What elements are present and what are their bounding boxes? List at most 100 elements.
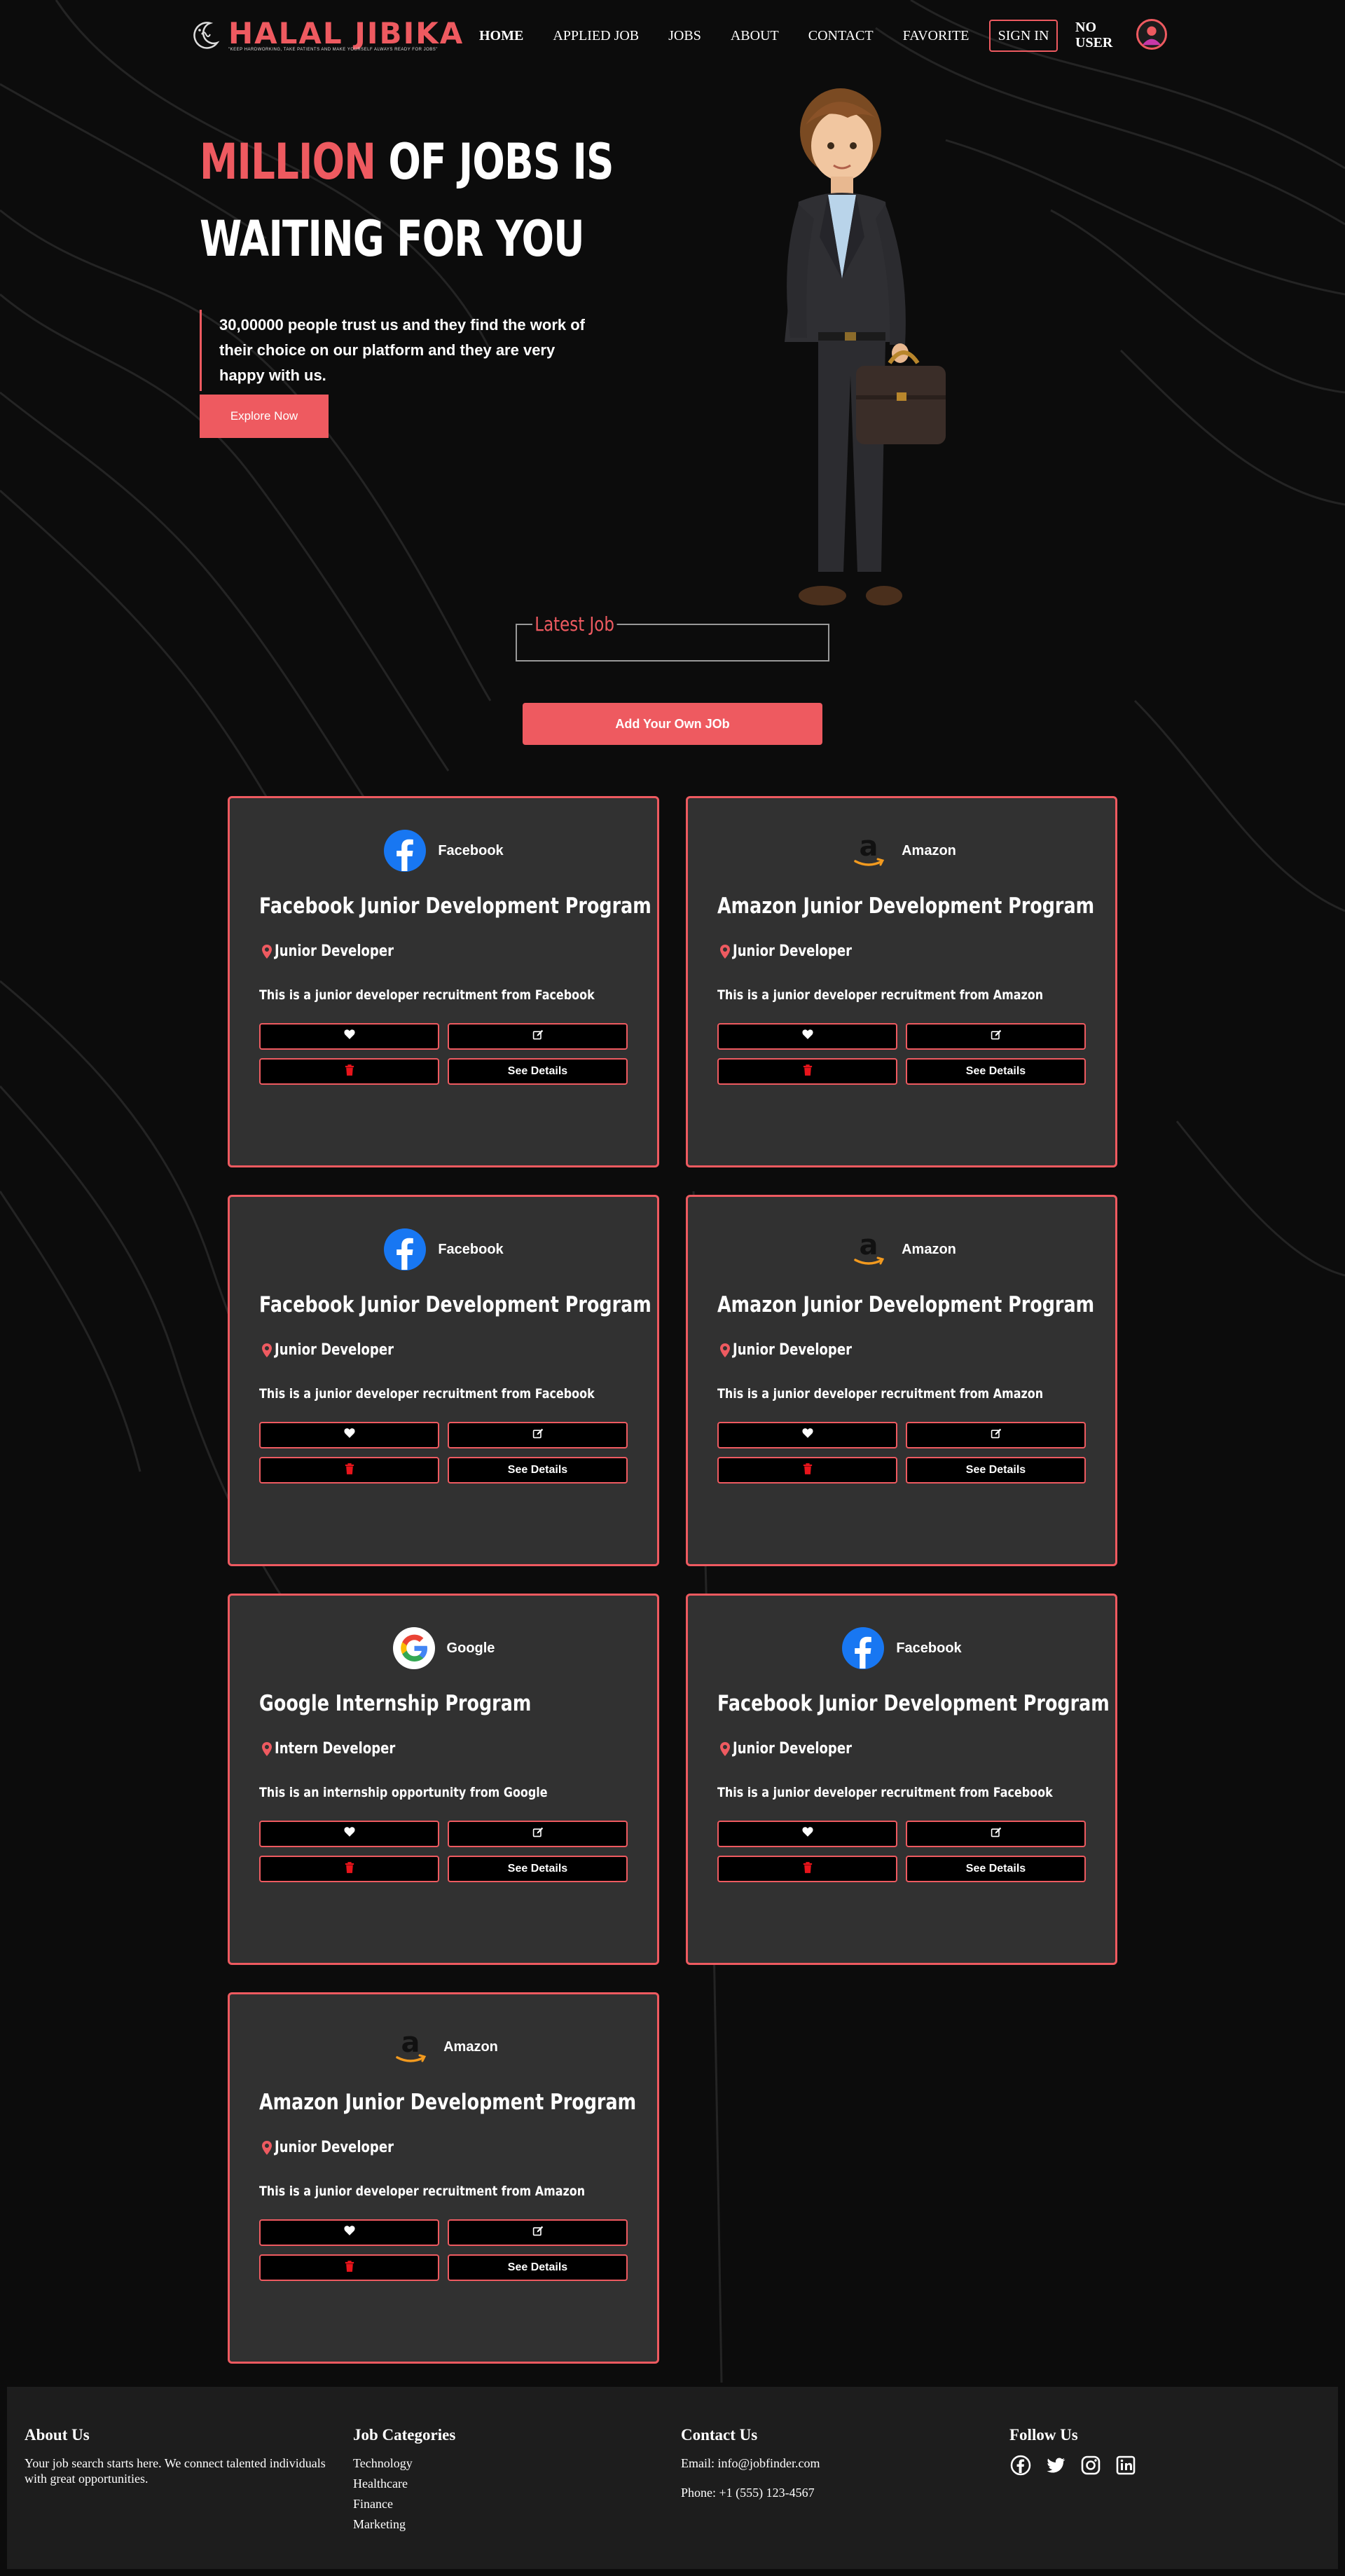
job-title: Amazon Junior Development Program [717, 893, 1095, 919]
footer-categories: Job Categories Technology Healthcare Fin… [353, 2426, 455, 2537]
location-pin-icon [262, 2140, 272, 2155]
job-card: Facebook Facebook Junior Development Pro… [228, 1195, 659, 1566]
favorite-button[interactable] [717, 1821, 897, 1847]
facebook-icon[interactable] [1009, 2454, 1032, 2476]
edit-button[interactable] [448, 1821, 628, 1847]
delete-button[interactable] [259, 2254, 439, 2281]
footer-category-healthcare[interactable]: Healthcare [353, 2476, 455, 2491]
job-title: Facebook Junior Development Program [717, 1691, 1110, 1716]
nav-about[interactable]: ABOUT [731, 28, 779, 44]
role-text: Junior Developer [275, 943, 394, 960]
favorite-button[interactable] [259, 1023, 439, 1050]
hero-description: 30,00000 people trust us and they find t… [200, 310, 592, 391]
footer-contact-email[interactable]: Email: info@jobfinder.com [681, 2455, 820, 2471]
job-role: Junior Developer [720, 1740, 878, 1758]
amazon-logo-icon: a [389, 2025, 432, 2069]
brand-logo[interactable]: HALAL JIBIKA "KEEP HARDWORKING, TAKE PAT… [189, 18, 464, 52]
see-details-button[interactable]: See Details [906, 1457, 1086, 1484]
job-description: This is a junior developer recruitment f… [717, 1785, 1053, 1800]
facebook-logo-icon [383, 1228, 427, 1271]
job-card: a Amazon Amazon Junior Development Progr… [228, 1992, 659, 2364]
trash-icon [803, 1861, 813, 1877]
card-company-header: a Amazon [230, 2025, 657, 2069]
heart-icon [343, 2226, 355, 2240]
nav-home[interactable]: HOME [479, 28, 523, 44]
footer-category-finance[interactable]: Finance [353, 2496, 455, 2512]
see-details-button[interactable]: See Details [448, 1856, 628, 1882]
favorite-button[interactable] [259, 2219, 439, 2246]
footer-contact: Contact Us Email: info@jobfinder.com Pho… [681, 2426, 820, 2500]
trash-icon [803, 1064, 813, 1079]
job-role: Junior Developer [720, 1341, 878, 1359]
delete-button[interactable] [717, 1058, 897, 1085]
job-title: Amazon Junior Development Program [259, 2090, 637, 2115]
nav-favorite[interactable]: FAVORITE [903, 28, 970, 44]
svg-text:a: a [401, 2027, 420, 2059]
heart-icon [343, 1428, 355, 1442]
heart-icon [343, 1827, 355, 1841]
edit-button[interactable] [906, 1023, 1086, 1050]
edit-button[interactable] [448, 2219, 628, 2246]
company-name: Facebook [896, 1640, 962, 1656]
edit-button[interactable] [448, 1422, 628, 1448]
favorite-button[interactable] [717, 1422, 897, 1448]
location-pin-icon [720, 1343, 730, 1357]
linkedin-icon[interactable] [1115, 2454, 1137, 2476]
favorite-button[interactable] [259, 1821, 439, 1847]
heart-icon [343, 1029, 355, 1043]
instagram-icon[interactable] [1080, 2454, 1102, 2476]
edit-button[interactable] [448, 1023, 628, 1050]
delete-button[interactable] [717, 1457, 897, 1484]
location-pin-icon [262, 1741, 272, 1756]
trash-icon [345, 1064, 354, 1079]
role-text: Junior Developer [733, 1740, 852, 1758]
see-details-button[interactable]: See Details [448, 1457, 628, 1484]
see-details-button[interactable]: See Details [448, 1058, 628, 1085]
delete-button[interactable] [717, 1856, 897, 1882]
add-your-own-job-button[interactable]: Add Your Own JOb [523, 703, 822, 745]
user-status: NO USER [1075, 20, 1113, 50]
top-nav: HALAL JIBIKA "KEEP HARDWORKING, TAKE PAT… [0, 0, 1345, 73]
user-avatar-icon[interactable] [1136, 19, 1167, 50]
trash-icon [345, 1861, 354, 1877]
job-title: Amazon Junior Development Program [717, 1292, 1095, 1317]
job-card: a Amazon Amazon Junior Development Progr… [686, 1195, 1117, 1566]
see-details-button[interactable]: See Details [906, 1058, 1086, 1085]
brand-crescent-icon [193, 22, 220, 49]
job-card: Google Google Internship Program Intern … [228, 1594, 659, 1965]
favorite-button[interactable] [259, 1422, 439, 1448]
businessman-illustration [785, 88, 946, 605]
location-pin-icon [720, 944, 730, 959]
brand-tagline: "KEEP HARDWORKING, TAKE PATIENTS AND MAK… [228, 48, 438, 52]
company-name: Amazon [902, 842, 956, 858]
nav-contact[interactable]: CONTACT [808, 28, 874, 44]
edit-icon [532, 1827, 544, 1842]
footer-about: About Us Your job search starts here. We… [25, 2426, 326, 2486]
footer-category-marketing[interactable]: Marketing [353, 2516, 455, 2532]
trash-icon [345, 2260, 354, 2275]
sign-in-button[interactable]: SIGN IN [989, 20, 1058, 52]
delete-button[interactable] [259, 1457, 439, 1484]
nav-jobs[interactable]: JOBS [668, 28, 701, 44]
edit-button[interactable] [906, 1821, 1086, 1847]
see-details-button[interactable]: See Details [448, 2254, 628, 2281]
explore-now-button[interactable]: Explore Now [200, 395, 329, 438]
card-company-header: Google [230, 1626, 657, 1670]
footer-category-technology[interactable]: Technology [353, 2455, 455, 2471]
nav-applied-job[interactable]: APPLIED JOB [553, 28, 639, 44]
role-text: Junior Developer [733, 1341, 852, 1359]
twitter-icon[interactable] [1044, 2454, 1067, 2476]
role-text: Junior Developer [733, 943, 852, 960]
delete-button[interactable] [259, 1856, 439, 1882]
see-details-button[interactable]: See Details [906, 1856, 1086, 1882]
delete-button[interactable] [259, 1058, 439, 1085]
location-pin-icon [262, 1343, 272, 1357]
job-card: Facebook Facebook Junior Development Pro… [686, 1594, 1117, 1965]
footer-about-heading: About Us [25, 2426, 90, 2444]
favorite-button[interactable] [717, 1023, 897, 1050]
card-company-header: Facebook [230, 1228, 657, 1271]
edit-button[interactable] [906, 1422, 1086, 1448]
edit-icon [532, 2226, 544, 2240]
edit-icon [991, 1827, 1002, 1842]
heart-icon [801, 1827, 813, 1841]
